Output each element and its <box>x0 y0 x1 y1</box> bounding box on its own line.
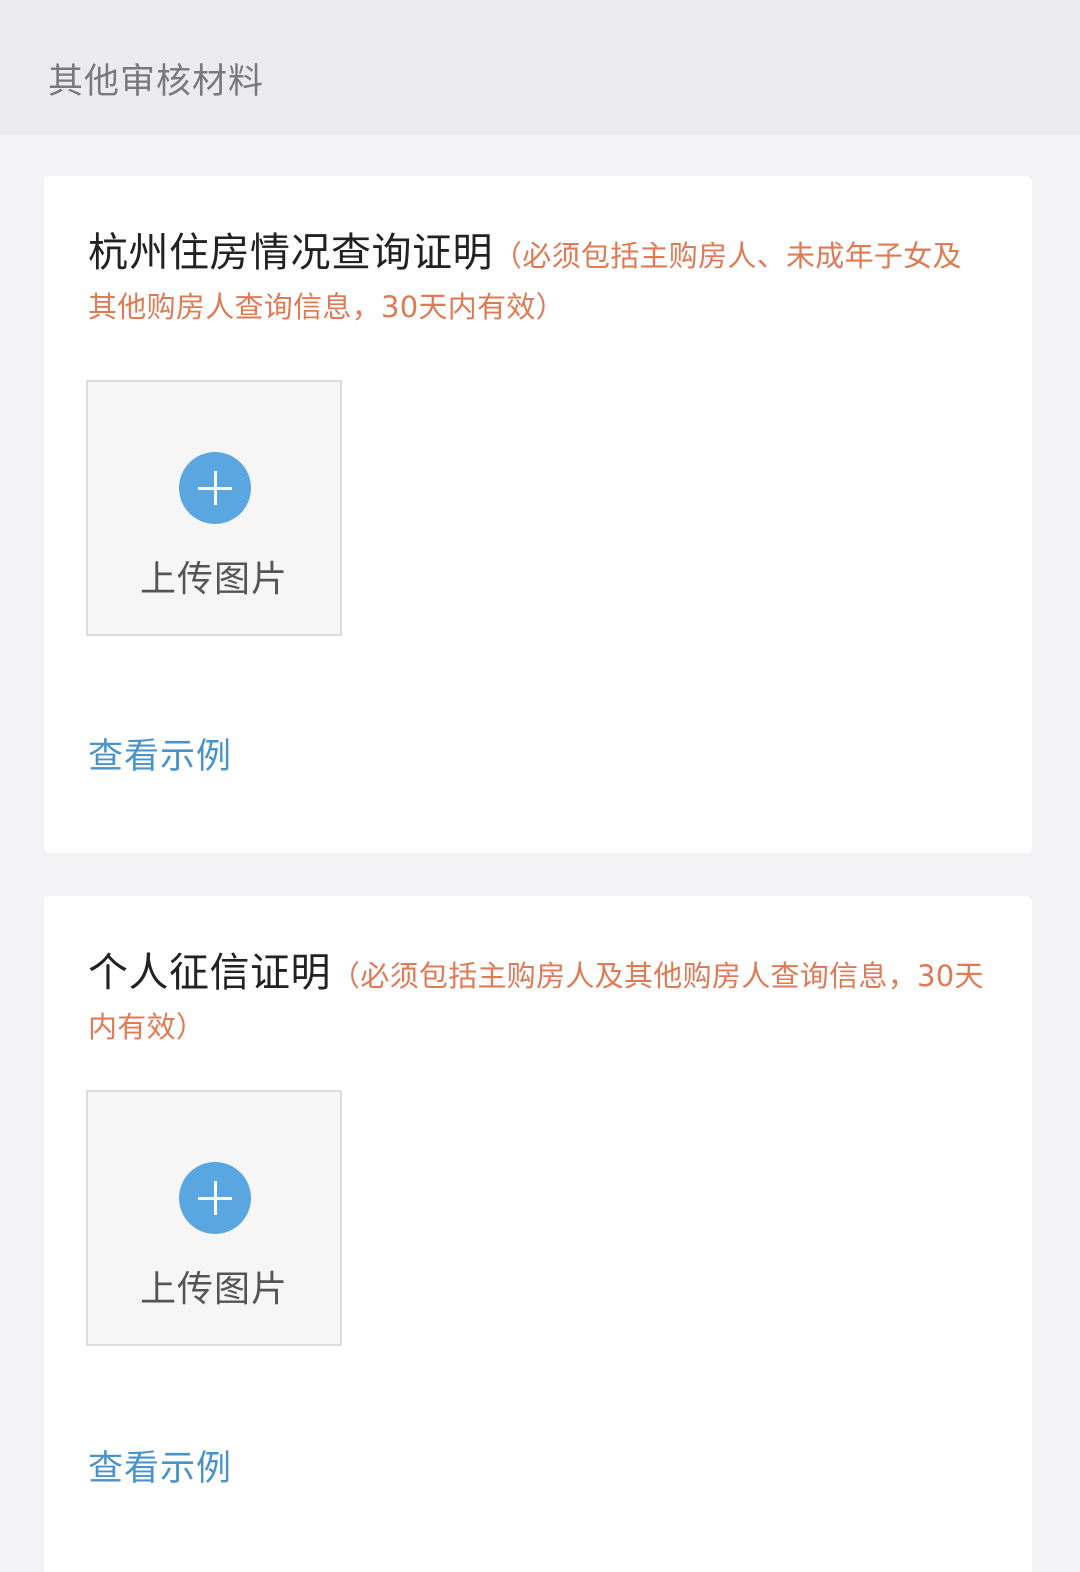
view-example-link[interactable]: 查看示例 <box>88 728 232 779</box>
document-title: 个人征信证明（必须包括主购房人及其他购房人查询信息，30天内有效） <box>88 950 988 1055</box>
plus-circle-icon <box>179 1162 251 1234</box>
upload-image-button[interactable]: 上传图片 <box>86 1090 342 1346</box>
document-name: 杭州住房情况查询证明 <box>88 230 493 276</box>
view-example-link[interactable]: 查看示例 <box>88 1440 232 1491</box>
section-title: 其他审核材料 <box>48 62 265 102</box>
upload-image-label: 上传图片 <box>139 559 288 600</box>
document-title: 杭州住房情况查询证明（必须包括主购房人、未成年子女及其他购房人查询信息，30天内… <box>88 230 988 335</box>
section-header: 其他审核材料 <box>0 0 1080 135</box>
document-card-credit: 个人征信证明（必须包括主购房人及其他购房人查询信息，30天内有效） 上传图片 查… <box>44 896 1032 1572</box>
plus-circle-icon <box>179 452 251 524</box>
document-card-housing: 杭州住房情况查询证明（必须包括主购房人、未成年子女及其他购房人查询信息，30天内… <box>44 176 1032 853</box>
upload-image-button[interactable]: 上传图片 <box>86 380 342 636</box>
upload-image-label: 上传图片 <box>139 1269 288 1310</box>
document-name: 个人征信证明 <box>88 950 331 996</box>
